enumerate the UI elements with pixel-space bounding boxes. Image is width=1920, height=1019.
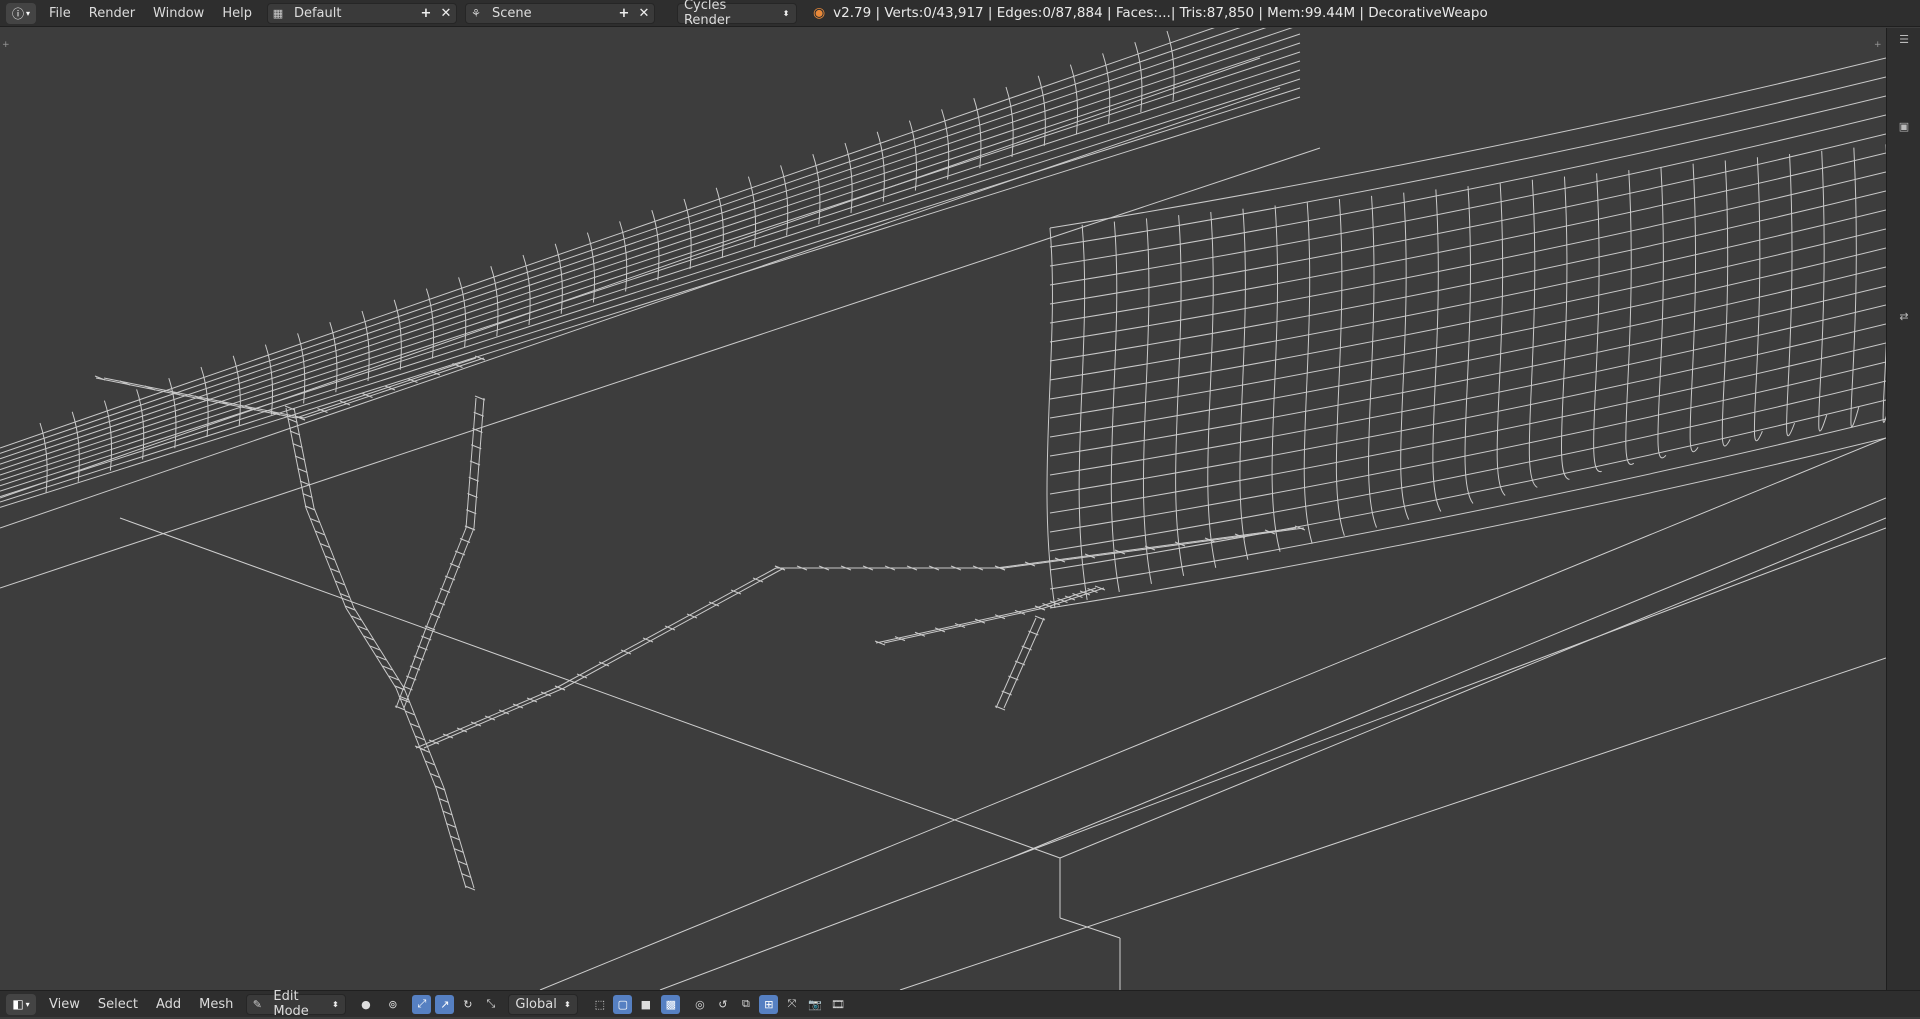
cube-icon: ◧ <box>12 997 24 1011</box>
scene-selector[interactable]: ⚘ Scene + ✕ <box>464 2 655 24</box>
translate-manipulator-icon[interactable]: ↗ <box>435 994 455 1014</box>
screen-layout-selector[interactable]: ▦ Default + ✕ <box>266 2 457 24</box>
scene-name[interactable]: Scene <box>486 6 614 21</box>
region-toggle-right-icon[interactable]: + <box>1874 40 1882 50</box>
scale-manipulator-icon[interactable]: ⤡ <box>481 995 500 1014</box>
dropdown-arrows-icon: ⬍ <box>782 8 790 18</box>
render-engine-dropdown[interactable]: Cycles Render ⬍ <box>676 0 797 28</box>
scene-statistics: v2.79 | Verts:0/43,917 | Edges:0/87,884 … <box>833 5 1488 21</box>
info-editor-button[interactable]: ⓘ ▾ <box>6 2 36 24</box>
orientation-label[interactable]: Global <box>509 997 557 1012</box>
viewport-header: ◧ ▾ View Select Add Mesh ✎ Edit Mode ⬍ ● … <box>0 989 1920 1019</box>
limit-selection-icon[interactable]: ▩ <box>661 994 681 1014</box>
pivot-point-icon[interactable]: ⊚ <box>383 995 402 1014</box>
mode-selector[interactable]: ✎ Edit Mode ⬍ <box>246 989 347 1019</box>
render-image-icon[interactable]: 📷 <box>805 995 824 1014</box>
snap-toggle-icon[interactable]: ⧉ <box>736 995 755 1014</box>
mode-label[interactable]: Edit Mode <box>267 989 325 1019</box>
menu-view[interactable]: View <box>40 997 89 1012</box>
render-animation-icon[interactable]: 🎞 <box>828 995 847 1014</box>
dropdown-arrows-icon: ⬍ <box>332 999 339 1009</box>
edge-select-icon[interactable]: ▢ <box>613 994 633 1014</box>
outliner-icon[interactable]: ☰ <box>1895 33 1913 47</box>
rotate-manipulator-icon[interactable]: ↻ <box>458 995 477 1014</box>
proportional-editing-icon[interactable]: ◎ <box>690 995 709 1014</box>
wireframe-mesh[interactable] <box>0 28 1886 990</box>
properties-icon[interactable]: ▣ <box>1895 120 1913 134</box>
menu-mesh[interactable]: Mesh <box>190 997 242 1012</box>
snap-target-icon[interactable]: ⤧ <box>782 995 801 1014</box>
remove-scene-button[interactable]: ✕ <box>634 6 654 21</box>
dropdown-arrows-icon: ⬍ <box>564 999 571 1009</box>
menu-select[interactable]: Select <box>89 997 147 1012</box>
remove-layout-button[interactable]: ✕ <box>436 6 456 21</box>
render-engine-label[interactable]: Cycles Render <box>678 0 776 28</box>
blender-logo-icon: ◉ <box>812 5 826 21</box>
add-scene-button[interactable]: + <box>614 6 634 21</box>
tool-shelf-icon[interactable]: ⇄ <box>1895 310 1913 324</box>
face-select-icon[interactable]: ■ <box>636 995 655 1014</box>
3d-viewport[interactable]: + + <box>0 28 1886 990</box>
outliner-strip: ☰ ▣ ⇄ <box>1886 28 1920 990</box>
transform-orientation-dropdown[interactable]: Global ⬍ <box>508 993 579 1015</box>
edit-mode-icon: ✎ <box>252 997 262 1011</box>
menu-window[interactable]: Window <box>144 6 213 21</box>
add-layout-button[interactable]: + <box>416 6 436 21</box>
snap-element-icon[interactable]: ⊞ <box>759 994 779 1014</box>
manipulator-toggle-icon[interactable]: ⤢ <box>412 994 432 1014</box>
menu-file[interactable]: File <box>40 6 80 21</box>
menu-render[interactable]: Render <box>80 6 144 21</box>
editor-type-button[interactable]: ◧ ▾ <box>6 993 36 1015</box>
menu-add[interactable]: Add <box>147 997 190 1012</box>
vertex-select-icon[interactable]: ⬚ <box>590 995 609 1014</box>
menu-help[interactable]: Help <box>213 6 261 21</box>
scene-icon: ⚘ <box>471 6 481 20</box>
top-header: ⓘ ▾ File Render Window Help ▦ Default + ✕… <box>0 0 1920 28</box>
region-toggle-left-icon[interactable]: + <box>2 40 10 50</box>
proportional-falloff-icon[interactable]: ↺ <box>713 995 732 1014</box>
screen-layout-name[interactable]: Default <box>288 6 416 21</box>
layout-grid-icon: ▦ <box>272 6 284 20</box>
info-icon: ⓘ <box>11 6 24 21</box>
viewport-shading-icon[interactable]: ● <box>356 995 375 1014</box>
